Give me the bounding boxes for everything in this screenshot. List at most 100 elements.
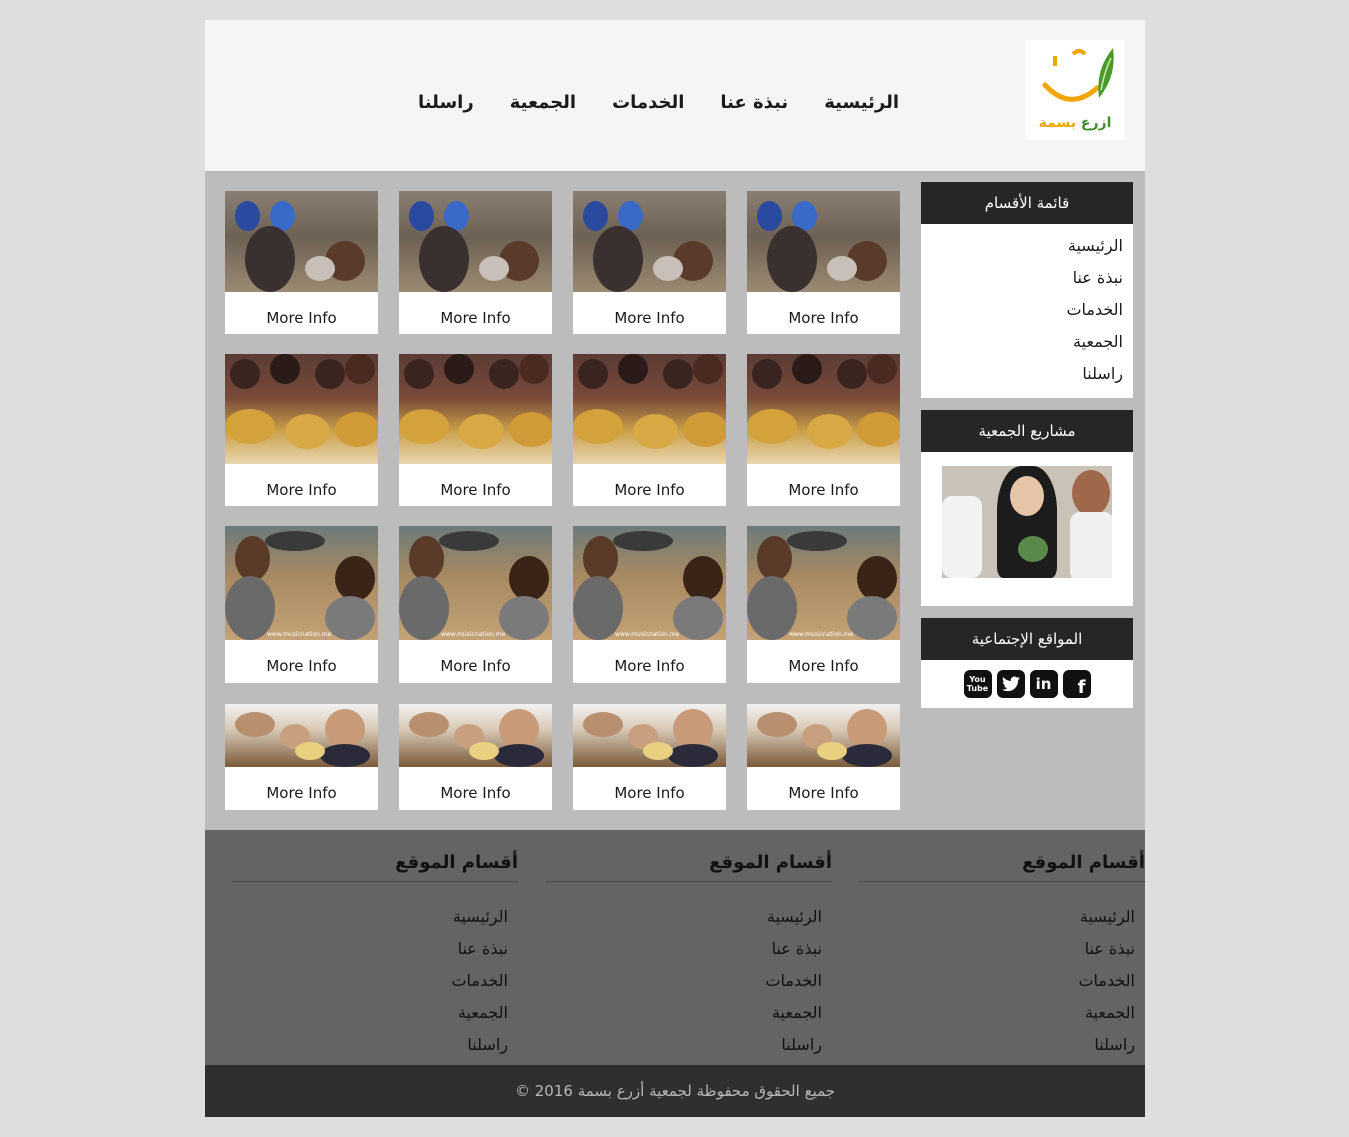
category-services[interactable]: الخدمات	[921, 296, 1123, 328]
project-card[interactable]: More Info	[573, 704, 726, 810]
more-info-link[interactable]: More Info	[573, 640, 726, 683]
footer-link-contact[interactable]: راسلنا	[546, 1036, 822, 1068]
photo-shape	[673, 709, 713, 749]
project-card[interactable]: More Info	[747, 704, 900, 810]
linkedin-icon[interactable]: in	[1029, 670, 1058, 698]
footer-link-contact[interactable]: راسلنا	[859, 1036, 1135, 1068]
category-association[interactable]: الجمعية	[921, 328, 1123, 360]
category-about[interactable]: نبذة عنا	[921, 264, 1123, 296]
nav-services[interactable]: الخدمات	[612, 92, 684, 113]
photo-shape	[459, 414, 504, 449]
footer-link-home[interactable]: الرئيسية	[232, 908, 508, 940]
nav-about[interactable]: نبذة عنا	[720, 92, 788, 113]
project-card[interactable]: www.musicnation.me More Info	[399, 526, 552, 683]
sidebar: قائمة الأقسام الرئيسية نبذة عنا الخدمات …	[921, 182, 1133, 720]
footer-link-services[interactable]: الخدمات	[859, 972, 1135, 1004]
photo-shape	[653, 256, 683, 281]
footer-link-home[interactable]: الرئيسية	[859, 908, 1135, 940]
footer-link-about[interactable]: نبذة عنا	[232, 940, 508, 972]
footer-link-services[interactable]: الخدمات	[232, 972, 508, 1004]
more-info-link[interactable]: More Info	[747, 767, 900, 810]
photo-shape	[499, 596, 549, 640]
more-info-link[interactable]: More Info	[573, 767, 726, 810]
project-card[interactable]: More Info	[747, 191, 900, 334]
photo-shape	[489, 359, 519, 389]
children-with-bowls-photo[interactable]	[399, 354, 552, 464]
nav-association[interactable]: الجمعية	[510, 92, 576, 113]
project-card[interactable]: More Info	[747, 354, 900, 506]
more-info-link[interactable]: More Info	[225, 292, 378, 334]
photo-shape	[285, 414, 330, 449]
more-info-link[interactable]: More Info	[399, 292, 552, 334]
photo-shape	[444, 354, 474, 384]
nav-contact[interactable]: راسلنا	[418, 92, 474, 113]
project-card[interactable]: More Info	[225, 191, 378, 334]
project-card[interactable]: More Info	[573, 191, 726, 334]
woman-with-child-photo[interactable]: www.musicnation.me	[573, 526, 726, 640]
logo-text-green: ازرع	[1080, 115, 1112, 131]
twitter-icon[interactable]	[996, 670, 1025, 698]
children-with-bowls-photo[interactable]	[747, 354, 900, 464]
photo-shape	[409, 201, 434, 231]
more-info-link[interactable]: More Info	[573, 464, 726, 506]
photo-shape	[519, 354, 549, 384]
category-contact[interactable]: راسلنا	[921, 360, 1123, 392]
footer-link-association[interactable]: الجمعية	[546, 1004, 822, 1036]
photo-shape	[683, 412, 726, 447]
child-receiving-food-photo[interactable]	[225, 704, 378, 767]
photo-shape	[618, 354, 648, 384]
photo-shape	[942, 496, 982, 578]
more-info-link[interactable]: More Info	[747, 640, 900, 683]
footer-link-home[interactable]: الرئيسية	[546, 908, 822, 940]
women-giving-aid-photo[interactable]	[399, 191, 552, 292]
child-receiving-food-photo[interactable]	[573, 704, 726, 767]
footer-link-about[interactable]: نبذة عنا	[546, 940, 822, 972]
footer-column-3: أقسام الموقع الرئيسية نبذة عنا الخدمات ا…	[232, 852, 518, 1068]
project-card[interactable]: More Info	[573, 354, 726, 506]
site-logo[interactable]: ازرع بسمة	[1025, 40, 1125, 140]
more-info-link[interactable]: More Info	[399, 640, 552, 683]
logo-text: ازرع بسمة	[1025, 115, 1125, 131]
header: ازرع بسمة الرئيسية نبذة عنا الخدمات الجم…	[205, 20, 1145, 171]
project-card[interactable]: More Info	[399, 191, 552, 334]
project-card[interactable]: www.musicnation.me More Info	[573, 526, 726, 683]
footer-link-association[interactable]: الجمعية	[859, 1004, 1135, 1036]
more-info-link[interactable]: More Info	[399, 464, 552, 506]
footer-links: الرئيسية نبذة عنا الخدمات الجمعية راسلنا	[232, 882, 518, 1068]
project-card[interactable]: www.musicnation.me More Info	[747, 526, 900, 683]
child-receiving-food-photo[interactable]	[747, 704, 900, 767]
child-receiving-food-photo[interactable]	[399, 704, 552, 767]
children-with-bowls-photo[interactable]	[573, 354, 726, 464]
woman-with-child-photo[interactable]: www.musicnation.me	[225, 526, 378, 640]
women-giving-aid-photo[interactable]	[747, 191, 900, 292]
footer-link-about[interactable]: نبذة عنا	[859, 940, 1135, 972]
project-card[interactable]: www.musicnation.me More Info	[225, 526, 378, 683]
footer-link-contact[interactable]: راسلنا	[232, 1036, 508, 1068]
youtube-icon[interactable]: You Tube	[963, 670, 992, 698]
woman-with-child-photo[interactable]: www.musicnation.me	[399, 526, 552, 640]
footer-link-association[interactable]: الجمعية	[232, 1004, 508, 1036]
women-giving-aid-photo[interactable]	[573, 191, 726, 292]
nav-home[interactable]: الرئيسية	[824, 92, 899, 113]
project-photo[interactable]	[942, 466, 1112, 578]
project-card[interactable]: More Info	[399, 704, 552, 810]
facebook-icon[interactable]: f	[1062, 670, 1091, 698]
more-info-link[interactable]: More Info	[573, 292, 726, 334]
children-with-bowls-photo[interactable]	[225, 354, 378, 464]
project-card[interactable]: More Info	[225, 354, 378, 506]
more-info-link[interactable]: More Info	[225, 464, 378, 506]
project-card[interactable]: More Info	[399, 354, 552, 506]
more-info-link[interactable]: More Info	[225, 767, 378, 810]
woman-with-child-photo[interactable]: www.musicnation.me	[747, 526, 900, 640]
more-info-link[interactable]: More Info	[225, 640, 378, 683]
photo-shape	[867, 354, 897, 384]
category-home[interactable]: الرئيسية	[921, 232, 1123, 264]
project-card[interactable]: More Info	[225, 704, 378, 810]
more-info-link[interactable]: More Info	[747, 292, 900, 334]
more-info-link[interactable]: More Info	[747, 464, 900, 506]
photo-shape	[827, 256, 857, 281]
photo-watermark: www.musicnation.me	[267, 631, 332, 638]
women-giving-aid-photo[interactable]	[225, 191, 378, 292]
more-info-link[interactable]: More Info	[399, 767, 552, 810]
footer-link-services[interactable]: الخدمات	[546, 972, 822, 1004]
